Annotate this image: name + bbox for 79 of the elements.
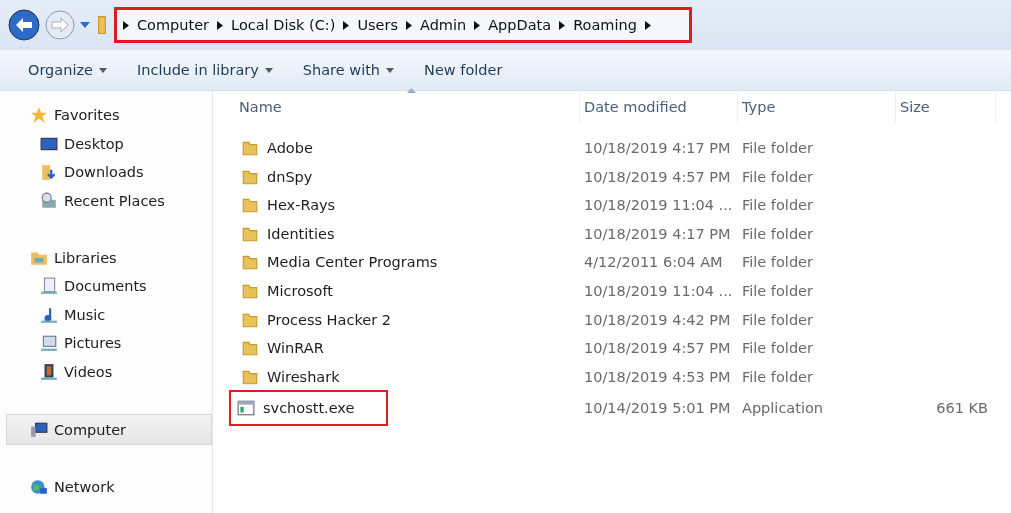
type-cell-text: File folder xyxy=(741,168,814,185)
sidebar-item[interactable]: Music xyxy=(0,300,212,330)
breadcrumb-arrow-icon xyxy=(474,20,481,30)
dropdown-caret-icon xyxy=(98,67,107,73)
sidebar-item[interactable]: Computer xyxy=(6,414,212,445)
date-cell-text: 10/14/2019 5:01 PM xyxy=(583,400,732,417)
file-name[interactable]: svchostt.exe xyxy=(229,390,389,427)
globe-icon xyxy=(30,478,48,497)
dropdown-caret-icon xyxy=(386,67,395,73)
type-cell-text: File folder xyxy=(741,140,814,156)
file-name[interactable]: Identities xyxy=(235,218,341,249)
breadcrumb-item[interactable]: Users xyxy=(357,17,398,33)
column-header[interactable]: Size xyxy=(896,91,996,123)
sidebar-item[interactable]: Documents xyxy=(0,271,212,301)
breadcrumb-item[interactable]: Admin xyxy=(420,17,467,33)
breadcrumb-arrow-icon xyxy=(406,20,412,30)
breadcrumb-arrow-icon xyxy=(644,20,651,30)
type-cell-text: File folder xyxy=(741,340,814,357)
film-icon xyxy=(40,363,58,382)
star-icon xyxy=(30,106,48,125)
date-cell-text: 10/18/2019 4:57 PM xyxy=(583,340,732,357)
sidebar-item[interactable]: Pictures xyxy=(0,329,212,358)
sidebar-item[interactable]: Libraries xyxy=(0,243,212,272)
sidebar-item[interactable]: Downloads xyxy=(0,158,212,187)
date-cell-text: 10/18/2019 4:53 PM xyxy=(583,368,732,385)
sidebar-item[interactable]: Network xyxy=(0,472,212,502)
music-note-icon xyxy=(40,305,58,324)
file-name[interactable]: Media Center Programs xyxy=(235,247,444,278)
breadcrumb-item[interactable]: Computer xyxy=(137,17,210,33)
document-icon xyxy=(40,277,58,296)
date-cell-text: 10/18/2019 11:04 ... xyxy=(583,197,734,214)
breadcrumb-arrow-icon xyxy=(217,20,224,30)
date-cell-text: 10/18/2019 4:17 PM xyxy=(583,140,732,156)
file-name[interactable]: Wireshark xyxy=(235,361,346,392)
type-cell-text: File folder xyxy=(741,225,814,242)
address-bar[interactable]: Computer Local Disk (C:) Users Admin AppData Roaming xyxy=(114,7,692,43)
date-cell-text: 10/18/2019 4:57 PM xyxy=(583,168,732,185)
breadcrumb-item[interactable]: Roaming xyxy=(573,17,637,33)
toolbar-button[interactable]: Organize xyxy=(16,57,119,83)
toolbar-button[interactable]: Share with xyxy=(290,57,407,83)
date-cell-text: 10/18/2019 4:42 PM xyxy=(583,311,732,328)
picture-icon xyxy=(40,334,58,353)
breadcrumb-item[interactable]: AppData xyxy=(488,17,552,33)
breadcrumb-item[interactable]: Local Disk (C:) xyxy=(231,17,336,33)
toolbar-button[interactable]: Include in library xyxy=(124,57,285,83)
type-cell-text: File folder xyxy=(741,282,814,299)
downloads-folder-icon xyxy=(40,163,58,182)
sort-caret-icon xyxy=(407,88,416,93)
date-cell-text: 10/18/2019 11:04 ... xyxy=(583,282,734,299)
date-cell-text: 10/18/2019 4:17 PM xyxy=(583,225,732,242)
column-header[interactable]: Name xyxy=(235,91,580,123)
breadcrumb-arrow-icon xyxy=(559,20,566,30)
recent-places-icon xyxy=(40,192,58,211)
type-cell-text: File folder xyxy=(741,311,814,328)
column-header[interactable]: Date modified xyxy=(580,91,738,123)
toolbar-button[interactable]: New folder xyxy=(412,57,515,83)
computer-icon xyxy=(30,420,48,439)
sidebar-item[interactable]: Videos xyxy=(0,357,212,387)
file-name[interactable]: dnSpy xyxy=(235,161,319,192)
sidebar-item[interactable]: Favorites xyxy=(0,101,212,130)
dropdown-caret-icon[interactable] xyxy=(80,22,90,28)
breadcrumb-arrow-icon xyxy=(123,20,129,30)
sidebar-item[interactable]: Recent Places xyxy=(0,186,212,216)
file-name[interactable]: WinRAR xyxy=(235,333,330,364)
dropdown-caret-icon xyxy=(264,67,273,73)
date-cell-text: 4/12/2011 6:04 AM xyxy=(583,254,724,271)
type-cell-text: Application xyxy=(741,400,825,417)
type-cell-text: File folder xyxy=(741,368,814,385)
column-header[interactable]: Type xyxy=(738,91,896,123)
file-name[interactable]: Microsoft xyxy=(235,275,339,306)
breadcrumb-arrow-icon xyxy=(343,20,350,30)
file-name[interactable]: Hex-Rays xyxy=(235,190,342,221)
file-name[interactable]: Process Hacker 2 xyxy=(235,304,397,335)
size-cell-text: 661 KB xyxy=(935,400,989,417)
file-name[interactable]: Adobe xyxy=(235,133,319,163)
application-icon xyxy=(237,399,255,418)
sidebar-item[interactable]: Desktop xyxy=(0,129,212,159)
type-cell-text: File folder xyxy=(741,254,814,271)
type-cell-text: File folder xyxy=(741,197,814,214)
